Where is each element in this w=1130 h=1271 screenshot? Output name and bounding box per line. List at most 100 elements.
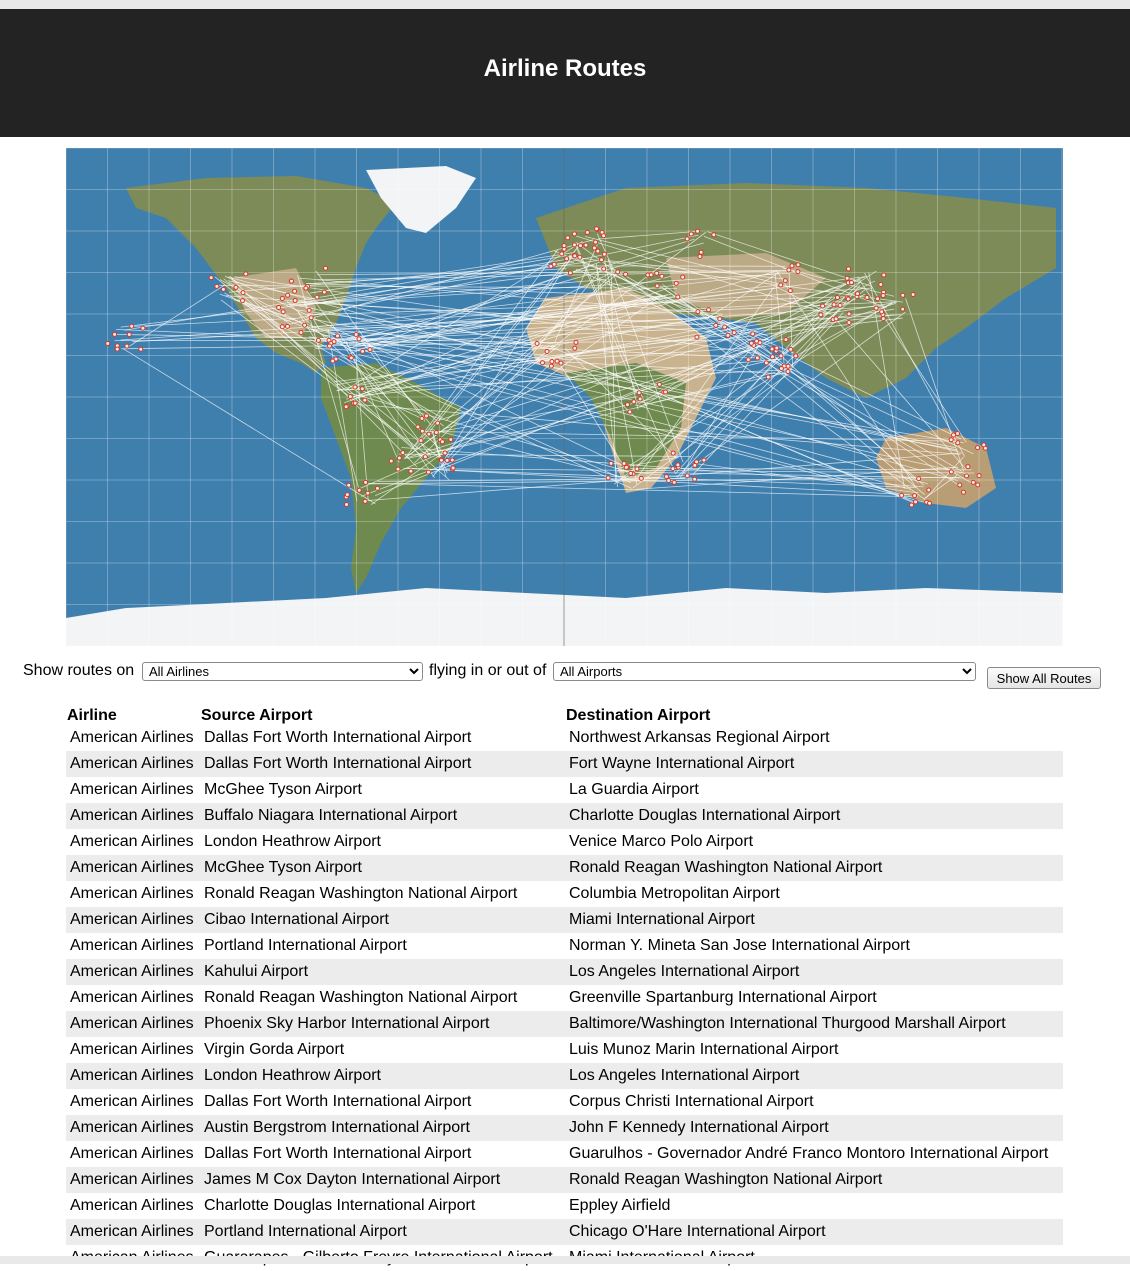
airport-marker	[436, 421, 440, 425]
source-airport-cell: Kahului Airport	[200, 959, 565, 985]
airport-marker	[348, 395, 352, 399]
airport-marker	[949, 470, 953, 474]
airport-marker	[624, 272, 628, 276]
airport-marker	[638, 397, 642, 401]
airport-marker	[881, 294, 885, 298]
table-row: American AirlinesCharlotte Douglas Inter…	[66, 1193, 1063, 1219]
destination-airport-cell: Norman Y. Mineta San Jose International …	[565, 933, 1063, 959]
source-airport-cell: Dallas Fort Worth International Airport	[200, 751, 565, 777]
airport-marker	[671, 467, 675, 471]
table-row: American AirlinesLondon Heathrow Airport…	[66, 1063, 1063, 1089]
airport-marker	[657, 382, 661, 386]
airport-marker	[106, 342, 110, 346]
airport-marker	[838, 303, 842, 307]
source-airport-cell: Buffalo Niagara International Airport	[200, 803, 565, 829]
airport-marker	[234, 285, 238, 289]
airport-marker	[874, 306, 878, 310]
airport-marker	[982, 443, 986, 447]
table-row: American AirlinesRonald Reagan Washingto…	[66, 881, 1063, 907]
table-row: American AirlinesDallas Fort Worth Inter…	[66, 1141, 1063, 1167]
source-airport-cell: London Heathrow Airport	[200, 829, 565, 855]
airline-cell: American Airlines	[66, 881, 200, 907]
airport-marker	[779, 283, 783, 287]
airline-cell: American Airlines	[66, 1219, 200, 1245]
table-row: American AirlinesAustin Bergstrom Intern…	[66, 1115, 1063, 1141]
table-row: American AirlinesCibao International Air…	[66, 907, 1063, 933]
airline-cell: American Airlines	[66, 907, 200, 933]
airport-marker	[396, 467, 400, 471]
airport-marker	[354, 333, 358, 337]
airport-marker	[389, 459, 393, 463]
airport-marker	[913, 494, 917, 498]
airport-marker	[779, 354, 783, 358]
airport-marker	[789, 347, 793, 351]
table-row: American AirlinesRonald Reagan Washingto…	[66, 985, 1063, 1011]
airport-marker	[420, 429, 424, 433]
airport-marker	[846, 297, 850, 301]
airport-marker	[625, 403, 629, 407]
destination-airport-cell: Northwest Arkansas Regional Airport	[565, 725, 1063, 751]
airport-marker	[685, 237, 689, 241]
airport-marker	[764, 361, 768, 365]
airport-marker	[535, 342, 539, 346]
airport-marker	[286, 293, 290, 297]
source-airport-cell: James M Cox Dayton International Airport	[200, 1167, 565, 1193]
source-airport-cell: Dallas Fort Worth International Airport	[200, 1141, 565, 1167]
airport-marker	[139, 347, 143, 351]
airport-marker	[595, 227, 599, 231]
airport-marker	[655, 284, 659, 288]
route-map-canvas[interactable]	[66, 148, 1063, 646]
airport-marker	[309, 316, 313, 320]
airline-select[interactable]: All Airlines	[142, 662, 423, 681]
airport-marker	[241, 291, 245, 295]
source-airport-cell: Dallas Fort Worth International Airport	[200, 1089, 565, 1115]
airport-marker	[344, 405, 348, 409]
airport-marker	[364, 480, 368, 484]
airport-marker	[424, 414, 428, 418]
airport-marker	[439, 458, 443, 462]
airport-marker	[609, 461, 613, 465]
airline-cell: American Airlines	[66, 1141, 200, 1167]
airport-marker	[961, 490, 965, 494]
airport-marker	[281, 310, 285, 314]
airport-marker	[594, 240, 598, 244]
world-route-map[interactable]	[66, 148, 1063, 646]
airport-marker	[293, 298, 297, 302]
airport-marker	[664, 475, 668, 479]
airport-marker	[696, 229, 700, 233]
airport-marker	[141, 326, 145, 330]
source-airport-cell: McGhee Tyson Airport	[200, 777, 565, 803]
airport-marker	[779, 366, 783, 370]
airport-marker	[732, 331, 736, 335]
airport-marker	[584, 243, 588, 247]
airport-marker	[574, 340, 578, 344]
airport-marker	[573, 254, 577, 258]
airport-marker	[602, 267, 606, 271]
airport-marker	[328, 344, 332, 348]
table-row: American AirlinesLondon Heathrow Airport…	[66, 829, 1063, 855]
airport-marker	[368, 348, 372, 352]
airport-marker	[602, 234, 606, 238]
show-all-routes-button[interactable]: Show All Routes	[987, 667, 1101, 689]
airport-marker	[572, 243, 576, 247]
airport-marker	[856, 292, 860, 296]
airport-marker	[698, 254, 702, 258]
destination-airport-cell: Chicago O'Hare International Airport	[565, 1219, 1063, 1245]
show-routes-label: Show routes on	[23, 662, 134, 680]
airport-marker	[971, 480, 975, 484]
source-airport-cell: Austin Bergstrom International Airport	[200, 1115, 565, 1141]
airport-marker	[409, 469, 413, 473]
airport-marker	[420, 417, 424, 421]
airport-marker	[783, 279, 787, 283]
airport-marker	[819, 313, 823, 317]
airport-marker	[565, 257, 569, 261]
airport-select[interactable]: All Airports	[553, 662, 976, 681]
destination-airport-cell: Fort Wayne International Airport	[565, 751, 1063, 777]
destination-airport-cell: Venice Marco Polo Airport	[565, 829, 1063, 855]
airline-cell: American Airlines	[66, 1011, 200, 1037]
destination-airport-cell: Ronald Reagan Washington National Airpor…	[565, 1167, 1063, 1193]
airport-marker	[568, 271, 572, 275]
airport-marker	[434, 430, 438, 434]
destination-airport-cell: Columbia Metropolitan Airport	[565, 881, 1063, 907]
airport-marker	[882, 273, 886, 277]
